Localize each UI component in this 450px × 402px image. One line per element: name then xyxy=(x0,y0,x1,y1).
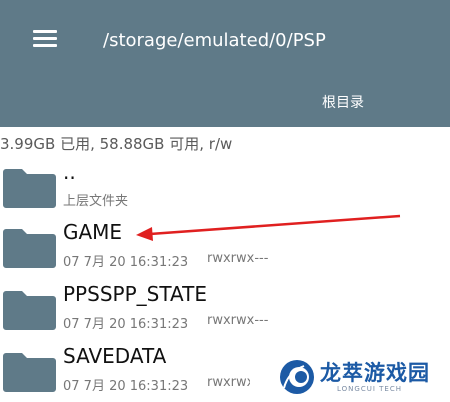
watermark: 龙萃游戏园 LONGCUI TECH xyxy=(250,352,450,402)
red-arrow-annotation xyxy=(136,214,401,241)
watermark-title: 龙萃游戏园 xyxy=(320,361,430,385)
watermark-subtitle: LONGCUI TECH xyxy=(337,385,402,393)
watermark-logo-icon xyxy=(280,360,314,394)
